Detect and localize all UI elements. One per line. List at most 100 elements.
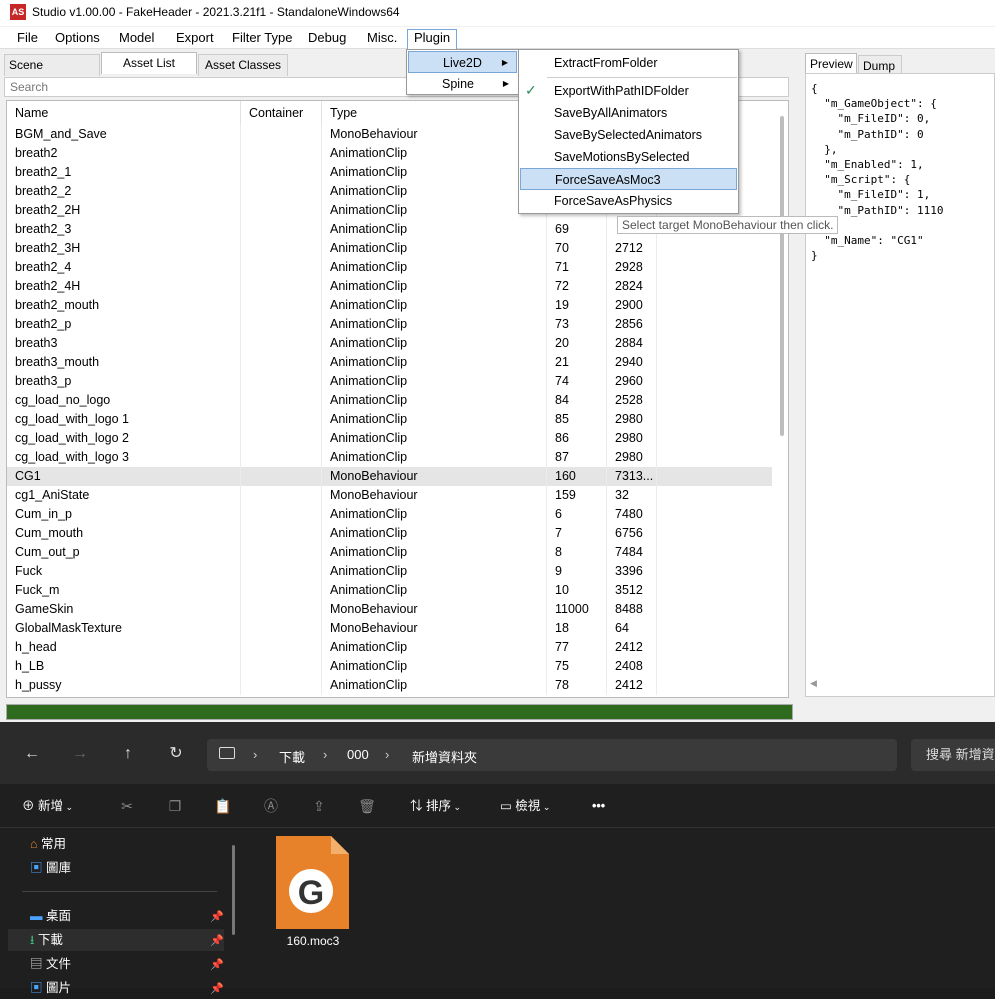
chevron-right-icon: ›	[385, 747, 390, 762]
cell-name: breath3_mouth	[7, 353, 241, 372]
table-row[interactable]: cg_load_with_logo 3 AnimationClip 87 2980	[7, 448, 772, 467]
column-header-name[interactable]: Name	[7, 101, 241, 125]
nav-home[interactable]: ⌂ 常用	[30, 833, 66, 855]
table-row[interactable]: breath2_4 AnimationClip 71 2928	[7, 258, 772, 277]
table-row[interactable]: breath2_3H AnimationClip 70 2712	[7, 239, 772, 258]
table-row[interactable]: h_head AnimationClip 77 2412	[7, 638, 772, 657]
table-row[interactable]: Fuck_m AnimationClip 10 3512	[7, 581, 772, 600]
menu-options[interactable]: Options	[49, 30, 106, 48]
title-bar: AS Studio v1.00.00 - FakeHeader - 2021.3…	[0, 0, 995, 26]
menu-item-force-save-as-physics[interactable]: ForceSaveAsPhysics	[519, 190, 738, 212]
explorer-search-input[interactable]: 搜尋 新增資	[911, 739, 995, 771]
breadcrumb-new-folder[interactable]: 新增資料夾	[412, 747, 477, 766]
table-row[interactable]: breath3 AnimationClip 20 2884	[7, 334, 772, 353]
table-row[interactable]: cg_load_with_logo 1 AnimationClip 85 2980	[7, 410, 772, 429]
tab-scene-hierarchy[interactable]: Scene Hierarchy	[4, 54, 100, 92]
table-row[interactable]: GlobalMaskTexture MonoBehaviour 18 64	[7, 619, 772, 638]
cell-size: 2528	[607, 391, 657, 410]
table-row[interactable]: GameSkin MonoBehaviour 11000 8488	[7, 600, 772, 619]
nav-scrollbar[interactable]	[232, 845, 235, 935]
address-field[interactable]: › 下載 › 000 › 新增資料夾	[207, 739, 897, 771]
table-row[interactable]: cg_load_no_logo AnimationClip 84 2528	[7, 391, 772, 410]
table-row[interactable]: breath3_mouth AnimationClip 21 2940	[7, 353, 772, 372]
pin-icon[interactable]: 📌	[210, 982, 224, 995]
file-explorer-window: ← → ↑ ↻ › 下載 › 000 › 新增資料夾 搜尋 新增資 ⊕ 新增 ⌄…	[0, 722, 995, 995]
tab-asset-list[interactable]: Asset List	[101, 52, 197, 74]
share-icon[interactable]: ⇪	[310, 796, 328, 816]
cell-name: GameSkin	[7, 600, 241, 619]
table-row[interactable]: breath2_4H AnimationClip 72 2824	[7, 277, 772, 296]
copy-icon[interactable]: ❐	[166, 796, 184, 816]
menu-model[interactable]: Model	[113, 30, 160, 48]
cell-type: AnimationClip	[322, 581, 547, 600]
table-row[interactable]: Cum_out_p AnimationClip 8 7484	[7, 543, 772, 562]
cut-icon[interactable]: ✂	[118, 796, 136, 816]
menu-item-save-by-all-animators[interactable]: SaveByAllAnimators	[519, 102, 738, 124]
table-row[interactable]: Cum_in_p AnimationClip 6 7480	[7, 505, 772, 524]
menu-plugin[interactable]: Plugin	[407, 29, 458, 51]
cell-container	[241, 353, 322, 372]
cell-name: Cum_mouth	[7, 524, 241, 543]
pin-icon[interactable]: 📌	[210, 910, 224, 923]
new-button[interactable]: ⊕ 新增 ⌄	[22, 796, 73, 816]
horizontal-scrollbar[interactable]: ◀	[806, 678, 994, 692]
back-arrow-icon[interactable]: ←	[22, 744, 42, 764]
table-row[interactable]: breath2_mouth AnimationClip 19 2900	[7, 296, 772, 315]
table-row[interactable]: cg_load_with_logo 2 AnimationClip 86 2980	[7, 429, 772, 448]
nav-documents[interactable]: ▤ 文件	[30, 953, 71, 975]
cell-container	[241, 486, 322, 505]
vertical-scrollbar[interactable]	[778, 113, 787, 693]
up-arrow-icon[interactable]: ↑	[118, 744, 138, 764]
menu-item-live2d[interactable]: Live2D ▶	[408, 51, 517, 73]
table-row[interactable]: Fuck AnimationClip 9 3396	[7, 562, 772, 581]
nav-pictures[interactable]: ▣ 圖片	[30, 977, 71, 999]
menu-filter-type[interactable]: Filter Type	[226, 30, 298, 48]
rename-icon[interactable]: Ⓐ	[262, 796, 280, 816]
cell-pathid: 6	[547, 505, 607, 524]
breadcrumb-000[interactable]: 000	[347, 747, 369, 762]
nav-desktop[interactable]: ▬ 桌面	[30, 905, 71, 927]
delete-icon[interactable]: 🗑	[358, 796, 376, 816]
cell-size: 2824	[607, 277, 657, 296]
sort-button[interactable]: ⇅ 排序 ⌄	[410, 796, 461, 816]
table-row[interactable]: Cum_mouth AnimationClip 7 6756	[7, 524, 772, 543]
table-row[interactable]: h_LB AnimationClip 75 2408	[7, 657, 772, 676]
view-button[interactable]: ▭ 檢視 ⌄	[500, 796, 550, 816]
table-row[interactable]: breath2_p AnimationClip 73 2856	[7, 315, 772, 334]
menu-export[interactable]: Export	[170, 30, 220, 48]
column-header-container[interactable]: Container	[241, 101, 322, 125]
menu-file[interactable]: File	[11, 30, 44, 48]
table-row[interactable]: breath3_p AnimationClip 74 2960	[7, 372, 772, 391]
forward-arrow-icon[interactable]: →	[70, 744, 90, 764]
menu-item-extract-from-folder[interactable]: ExtractFromFolder	[519, 52, 738, 74]
tab-asset-classes[interactable]: Asset Classes	[198, 54, 288, 76]
breadcrumb-downloads[interactable]: 下載	[279, 747, 305, 766]
nav-gallery[interactable]: ▣ 圖庫	[30, 857, 71, 879]
menu-debug[interactable]: Debug	[302, 30, 352, 48]
scroll-thumb[interactable]	[780, 116, 784, 436]
table-row[interactable]: CG1 MonoBehaviour 160 7313...	[7, 467, 772, 486]
menu-item-save-by-selected-animators[interactable]: SaveBySelectedAnimators	[519, 124, 738, 146]
menu-item-force-save-as-moc3[interactable]: ForceSaveAsMoc3	[520, 168, 737, 190]
table-row[interactable]: h_pussy AnimationClip 78 2412	[7, 676, 772, 695]
menu-item-save-motions-by-selected[interactable]: SaveMotionsBySelected	[519, 146, 738, 168]
nav-downloads[interactable]: ⭳ 下載	[30, 929, 63, 951]
cell-type: AnimationClip	[322, 182, 547, 201]
menu-item-export-with-pathid-folder[interactable]: ExportWithPathIDFolder	[519, 80, 738, 102]
cell-name: cg_load_with_logo 2	[7, 429, 241, 448]
cell-pathid: 84	[547, 391, 607, 410]
pin-icon[interactable]: 📌	[210, 958, 224, 971]
paste-icon[interactable]: 📋	[214, 796, 232, 816]
scroll-left-icon[interactable]: ◀	[810, 678, 817, 689]
tab-preview[interactable]: Preview	[805, 53, 857, 75]
refresh-icon[interactable]: ↻	[166, 744, 186, 764]
more-options-button[interactable]: •••	[592, 796, 605, 816]
menu-misc[interactable]: Misc.	[361, 30, 403, 48]
file-item[interactable]: G 160.moc3	[270, 834, 360, 954]
cell-container	[241, 524, 322, 543]
pin-icon[interactable]: 📌	[210, 934, 224, 947]
column-header-type[interactable]: Type	[322, 101, 547, 125]
menu-item-spine[interactable]: Spine ▶	[408, 73, 517, 95]
table-row[interactable]: cg1_AniState MonoBehaviour 159 32	[7, 486, 772, 505]
cell-type: AnimationClip	[322, 429, 547, 448]
